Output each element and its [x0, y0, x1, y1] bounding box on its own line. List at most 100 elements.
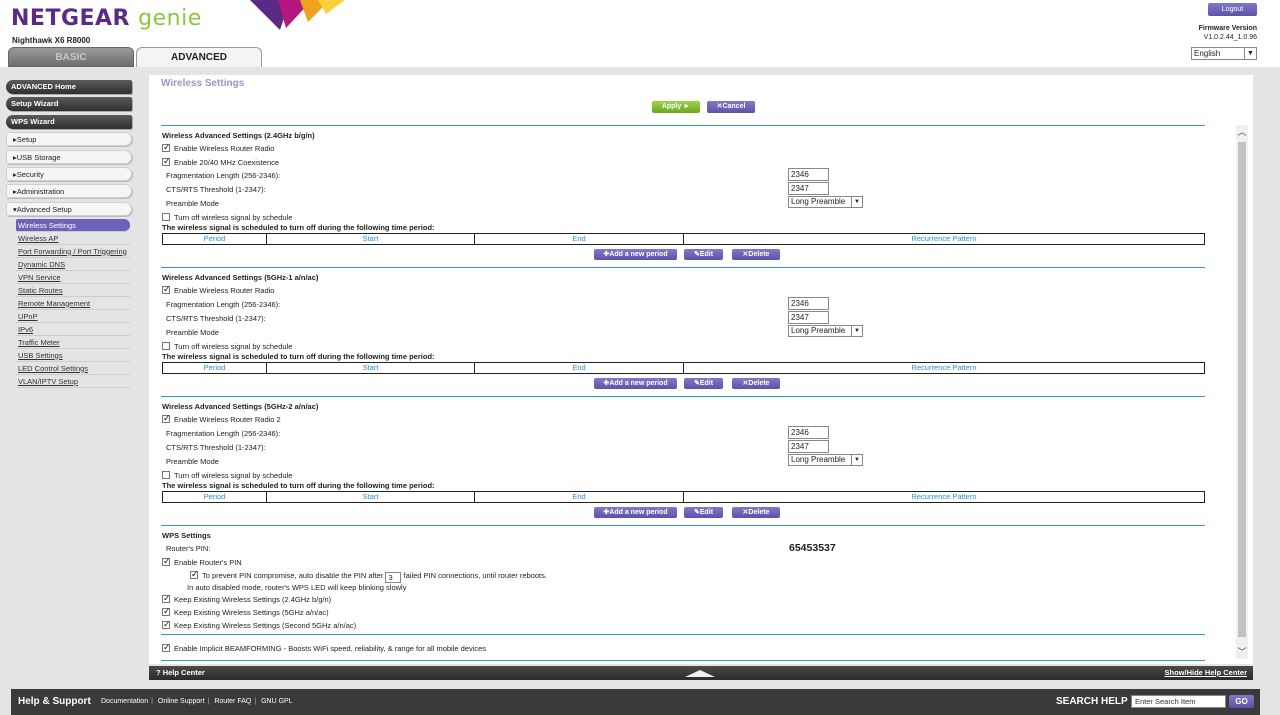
cts-threshold-5ghz1-input[interactable]: 2347: [788, 311, 829, 324]
logout-button[interactable]: Logout: [1208, 3, 1257, 16]
edit-5ghz1-button[interactable]: ✎Edit: [684, 378, 723, 389]
sidebar-administration-label: Administration: [16, 187, 65, 197]
sidebar-item-usb-settings[interactable]: USB Settings: [16, 349, 130, 363]
delete-24ghz-button[interactable]: ✕Delete: [732, 249, 780, 260]
sidebar-setup[interactable]: ▸Setup: [6, 132, 132, 147]
edit-5ghz2-button[interactable]: ✎Edit: [684, 507, 723, 518]
sidebar-security[interactable]: ▸Security: [6, 166, 132, 181]
keep-5b-label: Keep Existing Wireless Settings (Second …: [174, 621, 357, 630]
divider: [161, 267, 1205, 268]
col-period: Period: [163, 492, 267, 502]
sidebar-advanced-home[interactable]: ADVANCED Home: [6, 80, 132, 94]
coexistence-checkbox[interactable]: [162, 156, 171, 167]
search-help-input[interactable]: Enter Search Item: [1131, 695, 1226, 708]
keep-24-checkbox[interactable]: [162, 593, 171, 604]
link-gnu-gpl[interactable]: GNU GPL: [258, 698, 296, 705]
beamforming-row: Enable Implicit BEAMFORMING - Boosts WiF…: [162, 642, 486, 653]
tab-basic[interactable]: BASIC: [8, 47, 134, 67]
prevent-pin-row: To prevent PIN compromise, auto disable …: [190, 569, 547, 583]
beamforming-checkbox[interactable]: [162, 642, 171, 653]
col-end: End: [475, 363, 684, 373]
scroll-down-icon[interactable]: ﹀: [1236, 645, 1248, 659]
link-online-support[interactable]: Online Support: [155, 698, 208, 705]
sidebar-item-traffic-meter[interactable]: Traffic Meter: [16, 336, 130, 350]
apply-button[interactable]: Apply ►: [652, 101, 700, 113]
sidebar-usb-storage[interactable]: ▸USB Storage: [6, 149, 132, 164]
preamble-24ghz-select[interactable]: Long Preamble ▼: [788, 196, 863, 208]
add-period-5ghz2-button[interactable]: ✚Add a new period: [594, 507, 677, 518]
keep-24-label: Keep Existing Wireless Settings (2.4GHz …: [174, 595, 332, 604]
col-start: Start: [267, 492, 475, 502]
sidebar-item-dynamic-dns[interactable]: Dynamic DNS: [16, 258, 130, 272]
keep-5-label: Keep Existing Wireless Settings (5GHz a/…: [174, 608, 329, 617]
schedule-table-5ghz2: Period Start End Recurrence Pattern: [162, 491, 1205, 503]
schedule-note: The wireless signal is scheduled to turn…: [162, 223, 435, 232]
link-router-faq[interactable]: Router FAQ: [211, 698, 254, 705]
schedule-5ghz1-checkbox[interactable]: [162, 342, 170, 350]
failed-attempts-input[interactable]: 3: [385, 572, 402, 583]
keep-24-row: Keep Existing Wireless Settings (2.4GHz …: [162, 593, 332, 604]
delete-5ghz1-button[interactable]: ✕Delete: [732, 378, 780, 389]
link-documentation[interactable]: Documentation: [98, 698, 151, 705]
schedule-note: The wireless signal is scheduled to turn…: [162, 352, 435, 361]
footer: Help & Support Documentation | Online Sup…: [11, 689, 1260, 715]
frag-length-5ghz1-input[interactable]: 2346: [788, 297, 829, 310]
enable-radio-24ghz-checkbox[interactable]: [162, 142, 171, 153]
prevent-pin-checkbox[interactable]: [190, 569, 199, 580]
sidebar-item-remote-management[interactable]: Remote Management: [16, 297, 130, 311]
frag-length-5ghz2-input[interactable]: 2346: [788, 426, 829, 439]
sidebar-item-upnp[interactable]: UPnP: [16, 310, 130, 324]
advanced-setup-submenu: Wireless Settings Wireless AP Port Forwa…: [16, 219, 132, 389]
edit-24ghz-button[interactable]: ✎Edit: [684, 249, 723, 260]
sidebar-wps-wizard[interactable]: WPS Wizard: [6, 114, 132, 129]
schedule-24ghz-checkbox[interactable]: [162, 213, 170, 221]
cts-threshold-5ghz2-input[interactable]: 2347: [788, 440, 829, 453]
tab-advanced[interactable]: ADVANCED: [136, 47, 262, 67]
sidebar-item-wireless-settings[interactable]: Wireless Settings: [16, 219, 130, 233]
sidebar-item-vpn-service[interactable]: VPN Service: [16, 271, 130, 285]
scroll-up-icon[interactable]: ︿: [1236, 125, 1248, 139]
footer-links: Documentation | Online Support | Router FA…: [98, 698, 296, 705]
expand-triangle-icon[interactable]: [685, 670, 715, 677]
keep-5b-checkbox[interactable]: [162, 619, 171, 630]
preamble-5ghz2-select[interactable]: Long Preamble ▼: [788, 454, 863, 466]
enable-radio-5ghz1-checkbox[interactable]: [162, 284, 171, 295]
enable-pin-checkbox[interactable]: [162, 556, 171, 567]
col-start: Start: [267, 234, 475, 244]
sidebar-item-port-forwarding[interactable]: Port Forwarding / Port Triggering: [16, 245, 130, 259]
cancel-button[interactable]: ✕Cancel: [707, 101, 755, 113]
search-go-button[interactable]: GO: [1229, 695, 1254, 708]
cts-threshold-24ghz-input[interactable]: 2347: [788, 182, 829, 195]
add-period-24ghz-button[interactable]: ✚Add a new period: [594, 249, 677, 260]
sidebar-item-static-routes[interactable]: Static Routes: [16, 284, 130, 298]
enable-radio-5ghz2-checkbox[interactable]: [162, 413, 171, 424]
scrollbar-thumb[interactable]: [1238, 142, 1246, 637]
sidebar-item-ipv6[interactable]: IPv6: [16, 323, 130, 337]
delete-5ghz2-button[interactable]: ✕Delete: [732, 507, 780, 518]
help-center-toggle[interactable]: ? Help Center: [156, 666, 205, 680]
sidebar-advanced-setup[interactable]: ▾Advanced Setup: [6, 201, 132, 216]
schedule-off-label: Turn off wireless signal by schedule: [174, 213, 293, 222]
show-hide-help-link[interactable]: Show/Hide Help Center: [1164, 666, 1247, 680]
vertical-scrollbar[interactable]: ︿ ﹀: [1236, 125, 1248, 659]
sidebar-item-led-control[interactable]: LED Control Settings: [16, 362, 130, 376]
sidebar-usb-storage-label: USB Storage: [16, 152, 61, 162]
schedule-5ghz2-checkbox[interactable]: [162, 471, 170, 479]
preamble-5ghz1-select[interactable]: Long Preamble ▼: [788, 325, 863, 337]
col-recurrence: Recurrence Pattern: [911, 363, 977, 372]
add-period-5ghz1-button[interactable]: ✚Add a new period: [594, 378, 677, 389]
cts-threshold-label: CTS/RTS Threshold (1-2347):: [166, 443, 266, 452]
cts-threshold-label: CTS/RTS Threshold (1-2347):: [166, 314, 266, 323]
main-content: Wireless Settings Apply ► ✕Cancel Wirele…: [149, 75, 1253, 664]
col-period: Period: [163, 234, 267, 244]
header: NETGEAR genie Nighthawk X6 R8000 Logout …: [0, 0, 1280, 67]
logo-netgear-text: NETGEAR: [11, 6, 130, 31]
language-select[interactable]: English ▼: [1191, 47, 1257, 60]
schedule-table-5ghz1: Period Start End Recurrence Pattern: [162, 362, 1205, 374]
sidebar-setup-wizard[interactable]: Setup Wizard: [6, 97, 132, 112]
sidebar-item-wireless-ap[interactable]: Wireless AP: [16, 232, 130, 246]
sidebar-administration[interactable]: ▸Administration: [6, 184, 132, 199]
sidebar-item-vlan-iptv[interactable]: VLAN/IPTV Setup: [16, 375, 130, 389]
keep-5-checkbox[interactable]: [162, 606, 171, 617]
frag-length-24ghz-input[interactable]: 2346: [788, 168, 829, 181]
